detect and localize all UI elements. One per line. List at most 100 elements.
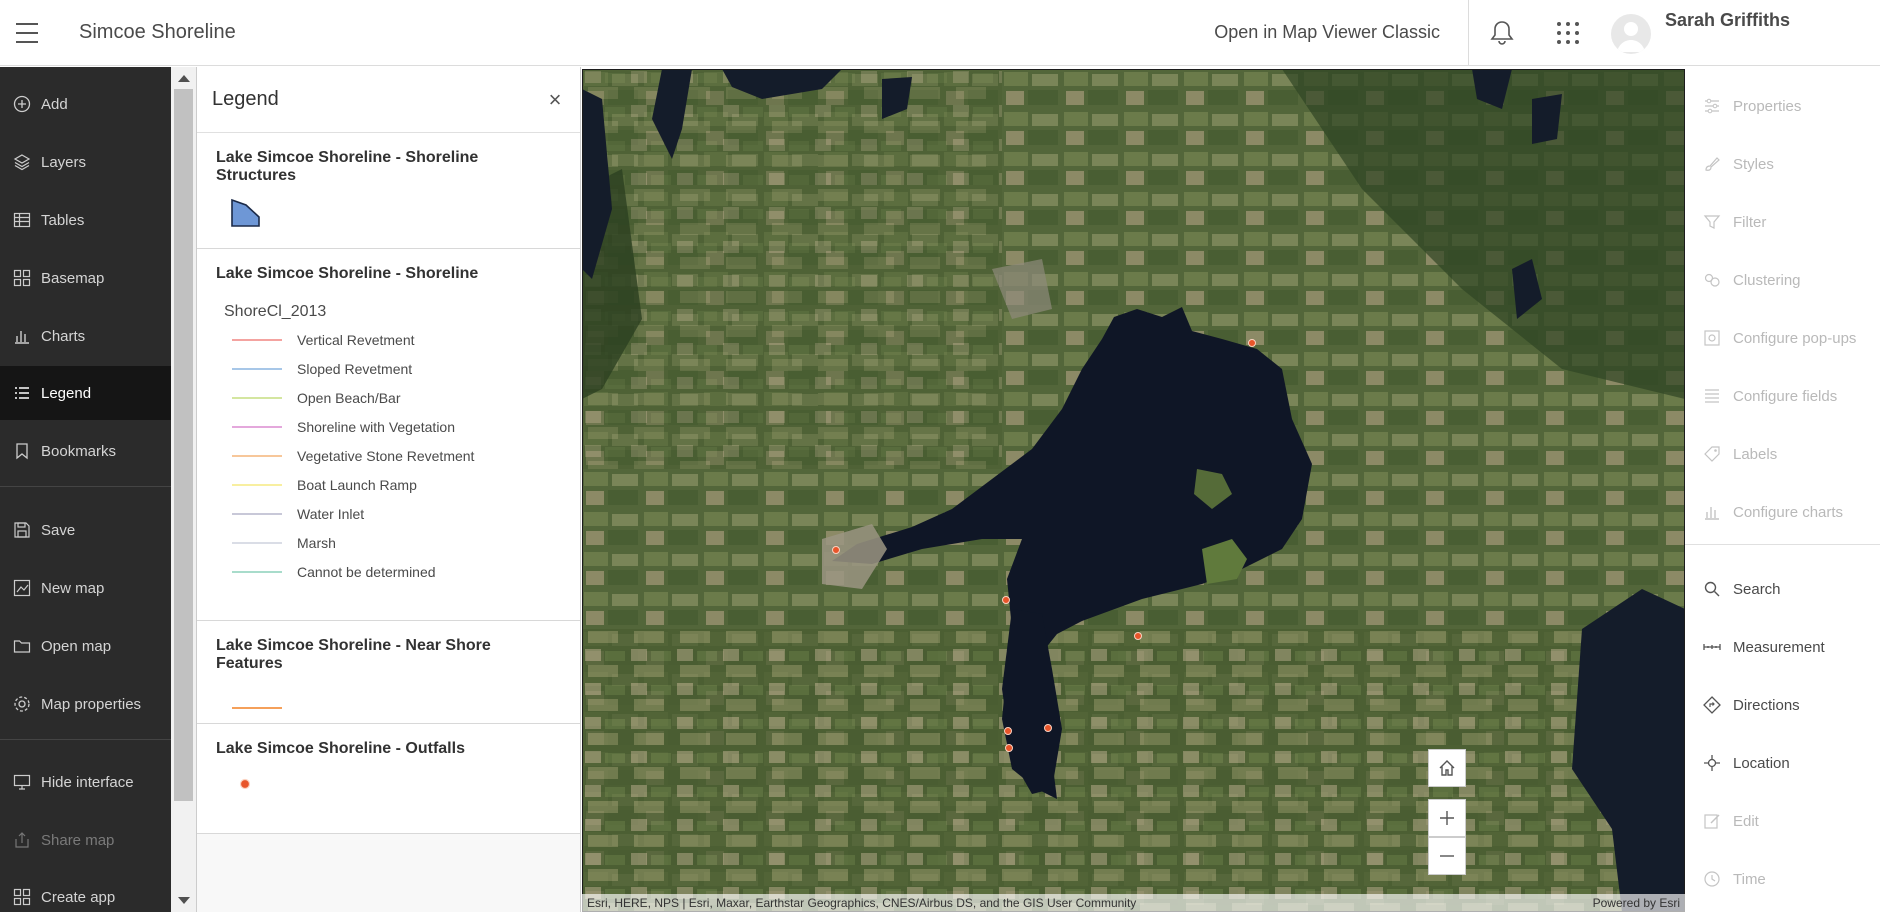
nav-bookmarks[interactable]: Bookmarks: [0, 424, 171, 478]
point-symbol-icon: [239, 778, 251, 790]
hamburger-menu-icon[interactable]: [0, 0, 54, 66]
zoom-in-button[interactable]: [1428, 799, 1466, 837]
nav-open-map[interactable]: Open map: [0, 619, 171, 673]
popup-icon: [1704, 330, 1720, 346]
scroll-down-icon[interactable]: [178, 897, 190, 904]
notifications-bell-icon[interactable]: [1469, 0, 1535, 66]
nav-share-map[interactable]: Share map: [0, 813, 171, 867]
legend-class-row: Vegetative Stone Revetment: [216, 441, 561, 470]
home-button[interactable]: [1428, 749, 1466, 787]
tool-labels[interactable]: Labels: [1685, 427, 1880, 481]
fields-icon: [1705, 389, 1719, 403]
line-swatch: [232, 454, 282, 457]
gear-icon: [14, 696, 30, 712]
nav-hide-interface-label: Hide interface: [41, 773, 134, 791]
tool-directions[interactable]: Directions: [1685, 678, 1880, 732]
filter-icon: [1703, 215, 1721, 229]
legend-class-label: Vertical Revetment: [297, 331, 415, 348]
powered-by-esri[interactable]: Powered by Esri: [1593, 896, 1680, 910]
nav-create-app[interactable]: Create app: [0, 870, 171, 912]
nav-bookmarks-label: Bookmarks: [41, 442, 117, 460]
bookmark-icon: [16, 443, 28, 460]
chart-config-icon: [1705, 507, 1719, 520]
app-launcher-icon[interactable]: [1535, 0, 1601, 66]
scroll-thumb[interactable]: [174, 89, 193, 801]
tool-configure-charts[interactable]: Configure charts: [1685, 485, 1880, 539]
top-header: Simcoe Shoreline Open in Map Viewer Clas…: [0, 0, 1880, 66]
nav-map-properties[interactable]: Map properties: [0, 677, 171, 731]
tool-properties-label: Properties: [1733, 97, 1802, 115]
nav-open-map-label: Open map: [41, 637, 112, 655]
tool-time[interactable]: Time: [1685, 852, 1880, 906]
legend-class-label: Cannot be determined: [297, 563, 436, 580]
nav-charts[interactable]: Charts: [0, 309, 171, 363]
new-map-icon: [13, 579, 31, 597]
tool-configure-popups[interactable]: Configure pop-ups: [1685, 311, 1880, 365]
line-swatch: [232, 425, 282, 428]
app-title: Simcoe Shoreline: [79, 21, 236, 43]
nav-save[interactable]: Save: [0, 503, 171, 557]
directions-icon: [1703, 696, 1721, 714]
tool-properties[interactable]: Properties: [1685, 79, 1880, 133]
legend-class-label: Marsh: [297, 534, 336, 551]
legend-section-title: Lake Simcoe Shoreline - Near Shore Featu…: [216, 637, 491, 672]
nav-divider: [0, 486, 171, 487]
tool-edit[interactable]: Edit: [1685, 794, 1880, 848]
nav-layers-label: Layers: [41, 153, 87, 171]
legend-section-title: Lake Simcoe Shoreline - Shoreline Struct…: [216, 149, 479, 184]
left-scrollbar[interactable]: [171, 67, 196, 912]
legend-section-shoreline: Lake Simcoe Shoreline - Shoreline ShoreC…: [197, 249, 580, 621]
legend-section-title: Lake Simcoe Shoreline - Outfalls: [216, 740, 465, 757]
tool-clustering[interactable]: Clustering: [1685, 253, 1880, 307]
tool-time-label: Time: [1733, 870, 1766, 888]
measure-icon: [1703, 644, 1721, 650]
tool-search[interactable]: Search: [1685, 562, 1880, 616]
tool-location[interactable]: Location: [1685, 736, 1880, 790]
legend-field-name: ShoreCl_2013: [224, 303, 327, 320]
nav-tables[interactable]: Tables: [0, 193, 171, 247]
legend-class-row: Sloped Revetment: [216, 354, 561, 383]
tool-configure-popups-label: Configure pop-ups: [1733, 329, 1857, 347]
legend-panel: Legend × Lake Simcoe Shoreline - Shoreli…: [196, 67, 581, 912]
search-icon: [1704, 581, 1720, 597]
tool-location-label: Location: [1733, 754, 1790, 772]
nav-legend[interactable]: Legend: [0, 366, 171, 420]
tool-configure-charts-label: Configure charts: [1733, 503, 1844, 521]
close-icon[interactable]: ×: [545, 87, 565, 113]
chart-icon: [15, 331, 29, 344]
legend-section-near-shore: Lake Simcoe Shoreline - Near Shore Featu…: [197, 621, 580, 724]
map-view[interactable]: Esri, HERE, NPS | Esri, Maxar, Earthstar…: [582, 69, 1685, 912]
home-icon: [1439, 760, 1455, 776]
legend-class-label: Vegetative Stone Revetment: [297, 447, 475, 464]
scroll-up-icon[interactable]: [178, 75, 190, 82]
legend-class-row: Vertical Revetment: [216, 325, 561, 354]
nav-layers[interactable]: Layers: [0, 135, 171, 189]
nav-hide-interface[interactable]: Hide interface: [0, 755, 171, 809]
nav-basemap-label: Basemap: [41, 269, 105, 287]
tool-filter[interactable]: Filter: [1685, 195, 1880, 249]
styles-icon: [1705, 157, 1720, 171]
layers-icon: [13, 154, 31, 171]
tool-styles-label: Styles: [1733, 155, 1774, 173]
location-icon: [1704, 755, 1720, 771]
zoom-out-button[interactable]: [1428, 837, 1466, 875]
legend-section-structures: Lake Simcoe Shoreline - Shoreline Struct…: [197, 133, 580, 249]
nav-add-label: Add: [41, 95, 68, 113]
tool-edit-label: Edit: [1733, 812, 1759, 830]
line-swatch: [232, 541, 282, 544]
user-menu[interactable]: Sarah Griffiths: [1601, 0, 1880, 66]
nav-save-label: Save: [41, 521, 76, 539]
left-toolbar: Add Layers Tables Basemap Charts Legend …: [0, 67, 171, 912]
legend-section-title: Lake Simcoe Shoreline - Shoreline: [216, 265, 479, 282]
nav-add[interactable]: Add: [0, 77, 171, 131]
satellite-imagery: [582, 69, 1685, 912]
tool-measurement[interactable]: Measurement: [1685, 620, 1880, 674]
open-classic-link[interactable]: Open in Map Viewer Classic: [1186, 0, 1469, 66]
table-icon: [13, 212, 31, 228]
tool-styles[interactable]: Styles: [1685, 137, 1880, 191]
nav-new-map[interactable]: New map: [0, 561, 171, 615]
line-swatch: [232, 367, 282, 370]
nav-basemap[interactable]: Basemap: [0, 251, 171, 305]
attribution-text[interactable]: Esri, HERE, NPS | Esri, Maxar, Earthstar…: [587, 896, 1136, 910]
tool-configure-fields[interactable]: Configure fields: [1685, 369, 1880, 423]
